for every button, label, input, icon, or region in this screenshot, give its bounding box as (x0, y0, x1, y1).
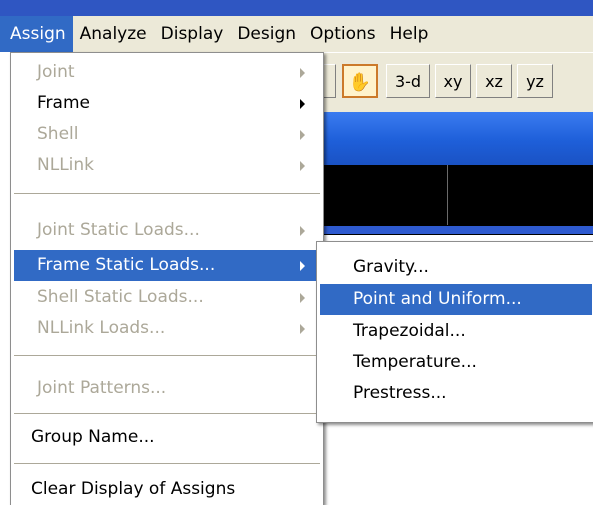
assign-menu: Joint Frame Shell NLLink Joint Static Lo… (10, 52, 324, 505)
toolbar: ✋ 3-d xy xz yz (320, 52, 593, 113)
model-view-canvas[interactable] (320, 165, 593, 235)
menu-item-nllink-loads[interactable]: NLLink Loads... (11, 313, 323, 344)
submenu-item-label: Temperature... (353, 352, 477, 372)
submenu-item-label: Point and Uniform... (353, 289, 522, 309)
menu-help[interactable]: Help (383, 16, 436, 52)
menu-item-label: Shell (37, 124, 79, 144)
grid-line (447, 165, 448, 225)
submenu-item-label: Trapezoidal... (353, 321, 466, 341)
submenu-arrow-icon (300, 161, 305, 171)
window-top-strip (0, 0, 593, 16)
menu-design[interactable]: Design (230, 16, 303, 52)
menu-item-frame-static-loads[interactable]: Frame Static Loads... (14, 250, 320, 281)
menu-item-label: Joint Static Loads... (37, 220, 200, 240)
view-xz-button[interactable]: xz (476, 64, 512, 98)
view-yz-button[interactable]: yz (517, 64, 553, 98)
submenu-item-label: Gravity... (353, 257, 429, 277)
menu-item-label: Group Name... (31, 427, 155, 447)
menu-item-shell[interactable]: Shell (11, 119, 323, 150)
menu-separator (14, 193, 320, 195)
menu-analyze[interactable]: Analyze (73, 16, 154, 52)
menu-item-label: Joint (37, 62, 75, 82)
submenu-arrow-icon (300, 130, 305, 140)
submenu-item-prestress[interactable]: Prestress... (317, 378, 593, 409)
view-window-titlebar (320, 112, 593, 165)
submenu-item-trapezoidal[interactable]: Trapezoidal... (317, 316, 593, 347)
submenu-item-label: Prestress... (353, 383, 447, 403)
menu-item-label: Shell Static Loads... (37, 287, 204, 307)
menu-item-clear-display-of-assigns[interactable]: Clear Display of Assigns (11, 474, 323, 505)
pan-hand-icon[interactable]: ✋ (342, 64, 378, 98)
menu-item-label: Frame (37, 93, 90, 113)
view-window-border (320, 226, 593, 234)
menu-bar: Assign Analyze Display Design Options He… (0, 16, 593, 52)
submenu-item-point-and-uniform[interactable]: Point and Uniform... (320, 284, 592, 315)
menu-separator (14, 463, 320, 465)
menu-separator (14, 413, 320, 415)
menu-assign[interactable]: Assign (0, 16, 73, 52)
menu-item-label: Frame Static Loads... (37, 255, 216, 275)
menu-item-label: Joint Patterns... (37, 378, 167, 398)
submenu-arrow-icon (300, 324, 305, 334)
menu-item-joint-patterns[interactable]: Joint Patterns... (11, 373, 323, 404)
menu-item-joint[interactable]: Joint (11, 57, 323, 88)
submenu-arrow-icon (300, 99, 305, 109)
frame-static-loads-submenu: Gravity... Point and Uniform... Trapezoi… (316, 241, 593, 423)
menu-item-label: Clear Display of Assigns (31, 479, 236, 499)
menu-item-label: NLLink Loads... (37, 318, 166, 338)
menu-item-shell-static-loads[interactable]: Shell Static Loads... (11, 282, 323, 313)
view-3d-button[interactable]: 3-d (386, 64, 430, 98)
menu-separator (14, 355, 320, 357)
submenu-item-temperature[interactable]: Temperature... (317, 347, 593, 378)
menu-item-frame[interactable]: Frame (11, 88, 323, 119)
submenu-arrow-icon (300, 68, 305, 78)
menu-item-nllink[interactable]: NLLink (11, 150, 323, 181)
menu-options[interactable]: Options (303, 16, 383, 52)
menu-item-group-name[interactable]: Group Name... (11, 422, 323, 453)
submenu-item-gravity[interactable]: Gravity... (317, 252, 593, 283)
submenu-arrow-icon (300, 261, 305, 271)
menu-item-joint-static-loads[interactable]: Joint Static Loads... (11, 215, 323, 246)
view-xy-button[interactable]: xy (435, 64, 471, 98)
submenu-arrow-icon (300, 226, 305, 236)
submenu-arrow-icon (300, 293, 305, 303)
menu-display[interactable]: Display (154, 16, 231, 52)
menu-item-label: NLLink (37, 155, 95, 175)
